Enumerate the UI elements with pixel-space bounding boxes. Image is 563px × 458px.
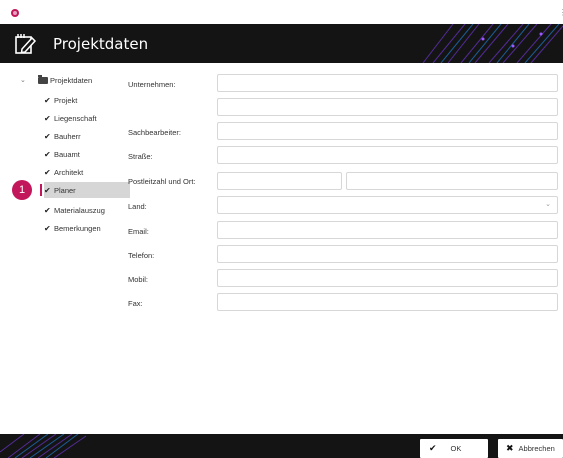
badge-pointer: [40, 184, 42, 196]
collapse-chevron-icon[interactable]: ⌄: [20, 76, 30, 84]
check-icon: ✔: [44, 223, 51, 233]
zip-field[interactable]: [217, 172, 342, 190]
project-tree: ⌄ Projektdaten ✔ Projekt ✔ Liegenschaft …: [10, 72, 130, 432]
tree-item-liegenschaft[interactable]: ✔ Liegenschaft: [44, 110, 130, 126]
street-field[interactable]: [217, 146, 558, 164]
check-icon: ✔: [44, 167, 51, 177]
circuit-decoration: [0, 434, 87, 458]
country-select[interactable]: ⌄: [217, 196, 558, 214]
tree-item-label: Planer: [54, 185, 76, 195]
city-field[interactable]: [346, 172, 558, 190]
check-icon: ✔: [44, 113, 51, 123]
close-icon: ✖: [506, 443, 514, 453]
company-field-2[interactable]: [217, 98, 558, 116]
check-icon: ✔: [44, 185, 51, 195]
tree-item-label: Projekt: [54, 95, 78, 105]
email-field[interactable]: [217, 221, 558, 239]
company-label: Unternehmen:: [128, 80, 176, 89]
tree-item-label: Architekt: [54, 167, 84, 177]
ok-button[interactable]: ✔ OK: [420, 439, 488, 458]
edit-document-icon: [15, 34, 37, 54]
mobile-field[interactable]: [217, 269, 558, 287]
window-titlebar: ⋮: [0, 0, 563, 24]
clerk-field[interactable]: [217, 122, 558, 140]
tree-item-bauherr[interactable]: ✔ Bauherr: [44, 128, 130, 144]
tree-item-label: Projektdaten: [50, 75, 93, 85]
company-field-1[interactable]: [217, 74, 558, 92]
chevron-down-icon[interactable]: ⌄: [545, 200, 551, 208]
cancel-button[interactable]: ✖ Abbrechen: [498, 439, 563, 458]
dialog-header: Projektdaten: [0, 24, 563, 63]
tree-item-label: Bauherr: [54, 131, 81, 141]
more-options-icon[interactable]: ⋮: [559, 8, 563, 17]
cancel-button-label: Abbrechen: [518, 444, 555, 453]
tree-item-architekt[interactable]: ✔ Architekt: [44, 164, 130, 180]
zip-city-label: Postleitzahl und Ort:: [128, 177, 196, 186]
tree-item-label: Bauamt: [54, 149, 80, 159]
tree-item-label: Materialauszug: [54, 205, 105, 215]
phone-field[interactable]: [217, 245, 558, 263]
dialog-title: Projektdaten: [53, 35, 149, 53]
phone-label: Telefon:: [128, 251, 155, 260]
check-icon: ✔: [44, 131, 51, 141]
ok-button-label: OK: [450, 444, 462, 453]
check-icon: ✔: [429, 443, 437, 453]
tree-item-materialauszug[interactable]: ✔ Materialauszug: [44, 202, 130, 218]
tree-item-planer[interactable]: ✔ Planer: [44, 182, 130, 198]
fax-field[interactable]: [217, 293, 558, 311]
check-icon: ✔: [44, 149, 51, 159]
app-logo-icon: [11, 9, 19, 17]
clerk-label: Sachbearbeiter:: [128, 128, 181, 137]
dialog-footer: ✔ OK ✖ Abbrechen: [0, 434, 563, 458]
mobile-label: Mobil:: [128, 275, 149, 284]
check-icon: ✔: [44, 95, 51, 105]
tree-item-bemerkungen[interactable]: ✔ Bemerkungen: [44, 220, 130, 236]
check-icon: ✔: [44, 205, 51, 215]
email-label: Email:: [128, 227, 149, 236]
fax-label: Fax:: [128, 299, 143, 308]
country-label: Land:: [128, 202, 147, 211]
circuit-decoration: [422, 24, 563, 63]
street-label: Straße:: [128, 152, 153, 161]
tree-item-label: Bemerkungen: [54, 223, 101, 233]
folder-icon: [38, 74, 48, 84]
step-badge: 1: [12, 180, 32, 200]
tree-item-bauamt[interactable]: ✔ Bauamt: [44, 146, 130, 162]
tree-item-label: Liegenschaft: [54, 113, 97, 123]
tree-item-projektdaten[interactable]: ⌄ Projektdaten: [20, 72, 92, 88]
tree-item-projekt[interactable]: ✔ Projekt: [44, 92, 130, 108]
